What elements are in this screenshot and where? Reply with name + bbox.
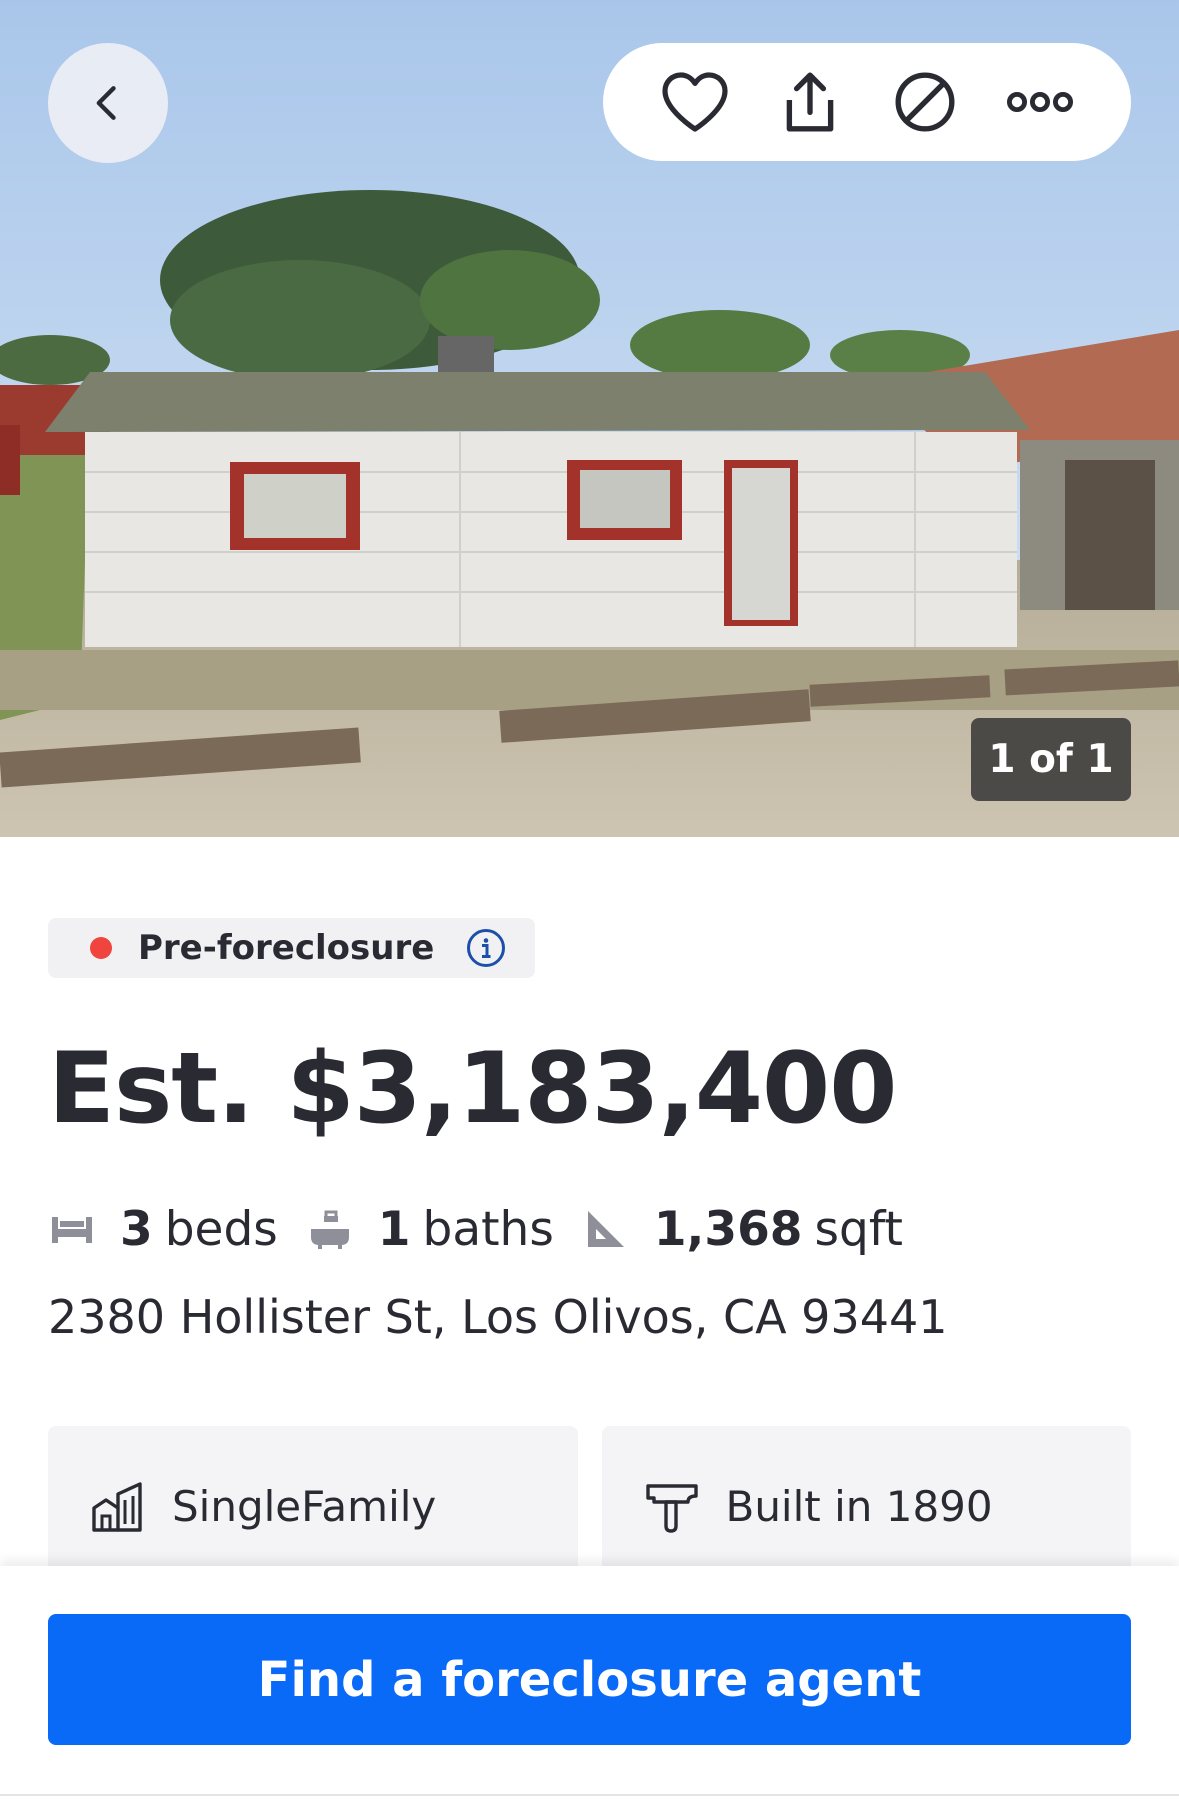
info-icon[interactable] bbox=[466, 928, 506, 968]
find-foreclosure-agent-button[interactable]: Find a foreclosure agent bbox=[48, 1614, 1131, 1745]
more-button[interactable] bbox=[1001, 63, 1079, 141]
back-button[interactable] bbox=[48, 43, 168, 163]
home-type-card: SingleFamily bbox=[48, 1426, 578, 1566]
property-address: 2380 Hollister St, Los Olivos, CA 93441 bbox=[48, 1290, 948, 1344]
sqft-value: 1,368 bbox=[653, 1201, 803, 1257]
more-icon bbox=[1006, 90, 1073, 114]
building-icon bbox=[88, 1474, 148, 1534]
bottom-divider bbox=[0, 1794, 1179, 1796]
listing-actions bbox=[603, 43, 1131, 161]
home-facts: 3 beds 1 baths 1,368 sqft bbox=[50, 1198, 933, 1260]
fact-cards: SingleFamily Built in 1890 bbox=[48, 1426, 1131, 1566]
sqft-label: sqft bbox=[814, 1201, 903, 1257]
hide-button[interactable] bbox=[886, 63, 964, 141]
year-built-card: Built in 1890 bbox=[601, 1426, 1131, 1566]
estimated-price: Est. $3,183,400 bbox=[48, 1032, 897, 1146]
heart-icon bbox=[661, 71, 729, 133]
hammer-icon bbox=[642, 1474, 702, 1534]
bottom-action-bar: Find a foreclosure agent bbox=[0, 1566, 1179, 1801]
beds-value: 3 bbox=[120, 1201, 153, 1257]
chevron-left-icon bbox=[86, 81, 130, 125]
year-built-label: Built in 1890 bbox=[725, 1482, 993, 1531]
listing-photo[interactable]: 1 of 1 bbox=[0, 0, 1179, 837]
share-button[interactable] bbox=[771, 63, 849, 141]
photo-counter: 1 of 1 bbox=[971, 718, 1131, 801]
beds-label: beds bbox=[164, 1201, 278, 1257]
bed-icon bbox=[50, 1207, 94, 1251]
status-dot-icon bbox=[90, 937, 112, 959]
save-button[interactable] bbox=[656, 63, 734, 141]
block-icon bbox=[892, 69, 958, 135]
area-icon bbox=[584, 1207, 628, 1251]
home-type-label: SingleFamily bbox=[172, 1482, 437, 1531]
baths-label: baths bbox=[422, 1201, 554, 1257]
baths-value: 1 bbox=[377, 1201, 411, 1257]
status-badge: Pre-foreclosure bbox=[48, 918, 535, 978]
share-icon bbox=[777, 69, 843, 135]
status-label: Pre-foreclosure bbox=[138, 928, 435, 968]
bath-icon bbox=[308, 1207, 352, 1251]
